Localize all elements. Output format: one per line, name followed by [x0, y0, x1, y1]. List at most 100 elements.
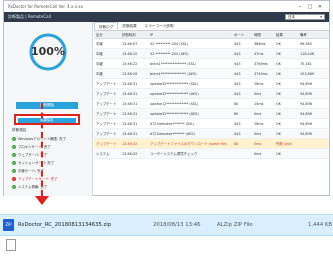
table-cell: brkrs1*************** (AES): [148, 68, 232, 79]
zip-file-icon: ZIP: [3, 219, 14, 231]
tab-diagnosis-log[interactable]: 診断ログ: [94, 22, 119, 30]
table-cell: 443: [232, 38, 252, 49]
table-cell: 94,896: [298, 128, 329, 139]
table-cell: 13:46:31: [120, 88, 148, 99]
close-button[interactable]: ✕: [315, 4, 325, 10]
table-cell: 52.*********.204 (SSL): [148, 38, 232, 49]
dashed-arrow-line: [41, 103, 43, 196]
table-cell: update32************* (SSL): [148, 78, 232, 89]
table-cell: 16ms: [252, 118, 274, 129]
table-cell: 0ms: [252, 148, 274, 159]
table-row[interactable]: アップデート 13:46:31 update32************* (SSL…: [94, 78, 329, 89]
table-row[interactable]: 中継 13:46:22 brkrs1*************** (SSL) 443…: [94, 58, 329, 69]
table-cell: 443: [232, 58, 252, 69]
log-table: 区分 診断時刻 IP ポート 時間 結果 備考 中継 13:46:07 52.***…: [94, 31, 329, 159]
table-cell: 0ms: [252, 128, 274, 139]
app-brand: 診断製品 | RemoteCall: [8, 14, 51, 19]
table-cell: 0ms: [252, 88, 274, 99]
table-cell: 443: [232, 78, 252, 89]
tab-diagnosis-result[interactable]: 診断結果: [118, 22, 140, 30]
next-file-row[interactable]: [0, 236, 333, 261]
table-cell: 443: [232, 88, 252, 99]
file-icon: [6, 239, 16, 251]
minimize-button[interactable]: –: [295, 4, 305, 10]
table-cell: 13:46:26: [120, 68, 148, 79]
column-header: 診断時刻: [120, 31, 148, 39]
table-cell: アップデート: [94, 108, 120, 119]
table-cell: システム: [94, 148, 120, 159]
table-cell: 13:46:31: [120, 78, 148, 89]
file-size: 1,444 KB: [308, 222, 332, 228]
table-cell: 13:46:32: [120, 138, 148, 149]
table-cell: 13:46:07: [120, 38, 148, 49]
tab-error-codes[interactable]: エラーコード説明: [141, 22, 178, 30]
file-type: ALZip ZIP File: [217, 222, 253, 228]
table-cell: OK: [274, 48, 298, 59]
table-cell: OK: [274, 58, 298, 69]
table-cell: [298, 138, 329, 149]
table-cell: 13:46:31: [120, 98, 148, 109]
table-row[interactable]: アップデート 13:46:31 update12************* (SSL…: [94, 98, 329, 109]
maximize-button[interactable]: □: [305, 4, 315, 10]
table-row[interactable]: 中継 13:46:07 52.*********.204 (SSL) 443 366ms…: [94, 38, 329, 49]
table-row[interactable]: 中継 13:46:26 brkrs1*************** (AES) 443…: [94, 68, 329, 79]
check-icon: ✓: [12, 152, 16, 157]
table-row[interactable]: アップデート 13:46:31 update32************* (AES…: [94, 108, 329, 119]
table-row[interactable]: システム 13:46:32 ユーザーシステム環境チェック 0ms OK: [94, 148, 329, 159]
language-select[interactable]: 日本 ▾: [285, 14, 325, 20]
arrow-down-icon: [35, 196, 49, 205]
table-cell: d723remotec******* (AES): [148, 128, 232, 139]
table-cell: アップデート: [94, 138, 120, 149]
column-header: 区分: [94, 31, 120, 39]
result-label: プロキシサーバ: 完了: [18, 145, 51, 149]
table-cell: 94,896: [298, 108, 329, 119]
table-cell: OK: [274, 128, 298, 139]
table-row[interactable]: アップデート 13:46:31 update32************* (AES…: [94, 88, 329, 99]
table-row[interactable]: アップデート 13:46:31 d723remotec******* (AES) 44…: [94, 128, 329, 139]
table-cell: 443: [232, 48, 252, 59]
table-cell: 16ms: [252, 78, 274, 89]
rsdoctor-window: RsDoctor for RemoteCall Ver. 4.x.x.xx – …: [3, 0, 330, 196]
language-value: 日本: [288, 14, 295, 19]
save-result-button[interactable]: 結果保存: [18, 117, 76, 123]
table-cell: 13:46:31: [120, 128, 148, 139]
check-icon: ✓: [12, 184, 16, 189]
result-item: ✓ 中継サーバ: 完了: [12, 168, 44, 173]
table-cell: 94,896: [298, 78, 329, 89]
tab-bar: 診断ログ 診断結果 エラーコード説明: [94, 22, 329, 31]
table-cell: d723remotec******* (SSL): [148, 118, 232, 129]
column-header: 時間: [252, 31, 274, 39]
table-cell: 13:46:31: [120, 118, 148, 129]
table-cell: update32************* (AES): [148, 108, 232, 119]
table-cell: 103,869: [298, 68, 329, 79]
table-cell: 13:46:32: [120, 148, 148, 159]
table-cell: 中継: [94, 58, 120, 69]
start-diagnosis-button[interactable]: 診断開始: [16, 102, 78, 109]
error-icon: !: [12, 176, 16, 181]
progress-percent: 100%: [31, 45, 65, 58]
result-item: ✓ Windowsアカウント権限: 完了: [12, 136, 66, 141]
file-row[interactable]: ZIP RsDoctor_RC_20180813134635.zip 2018/…: [0, 214, 333, 236]
table-cell: OK: [274, 108, 298, 119]
table-cell: アップデート: [94, 128, 120, 139]
table-cell: 96,365: [298, 38, 329, 49]
table-cell: 94,896: [298, 88, 329, 99]
table-cell: 13:46:10: [120, 48, 148, 59]
table-cell: 3769ms: [252, 58, 274, 69]
table-cell: OK: [274, 148, 298, 159]
table-cell: 47ms: [252, 48, 274, 59]
table-cell: update32************* (AES): [148, 88, 232, 99]
table-cell: 15ms: [252, 98, 274, 109]
table-cell: 52.*********.204 (AES): [148, 48, 232, 59]
table-cell: アップデートファイルのダウンロード (some file): [148, 138, 232, 149]
right-panel: 診断ログ 診断結果 エラーコード説明 区分 診断時刻 IP ポート 時間 結果 …: [94, 22, 329, 196]
check-icon: ✓: [12, 160, 16, 165]
table-cell: アップデート: [94, 88, 120, 99]
file-name: RsDoctor_RC_20180813134635.zip: [18, 222, 112, 228]
result-item-error: ! アップデートサーバ: 完了: [12, 176, 57, 181]
table-cell: 3749ms: [252, 68, 274, 79]
table-row[interactable]: 中継 13:46:10 52.*********.204 (AES) 443 47ms O…: [94, 48, 329, 59]
table-row[interactable]: アップデート 13:46:31 d723remotec******* (SSL) 44…: [94, 118, 329, 129]
table-row[interactable]: アップデート 13:46:32 アップデートファイルのダウンロード (some fi…: [94, 138, 329, 149]
table-cell: OK: [274, 68, 298, 79]
